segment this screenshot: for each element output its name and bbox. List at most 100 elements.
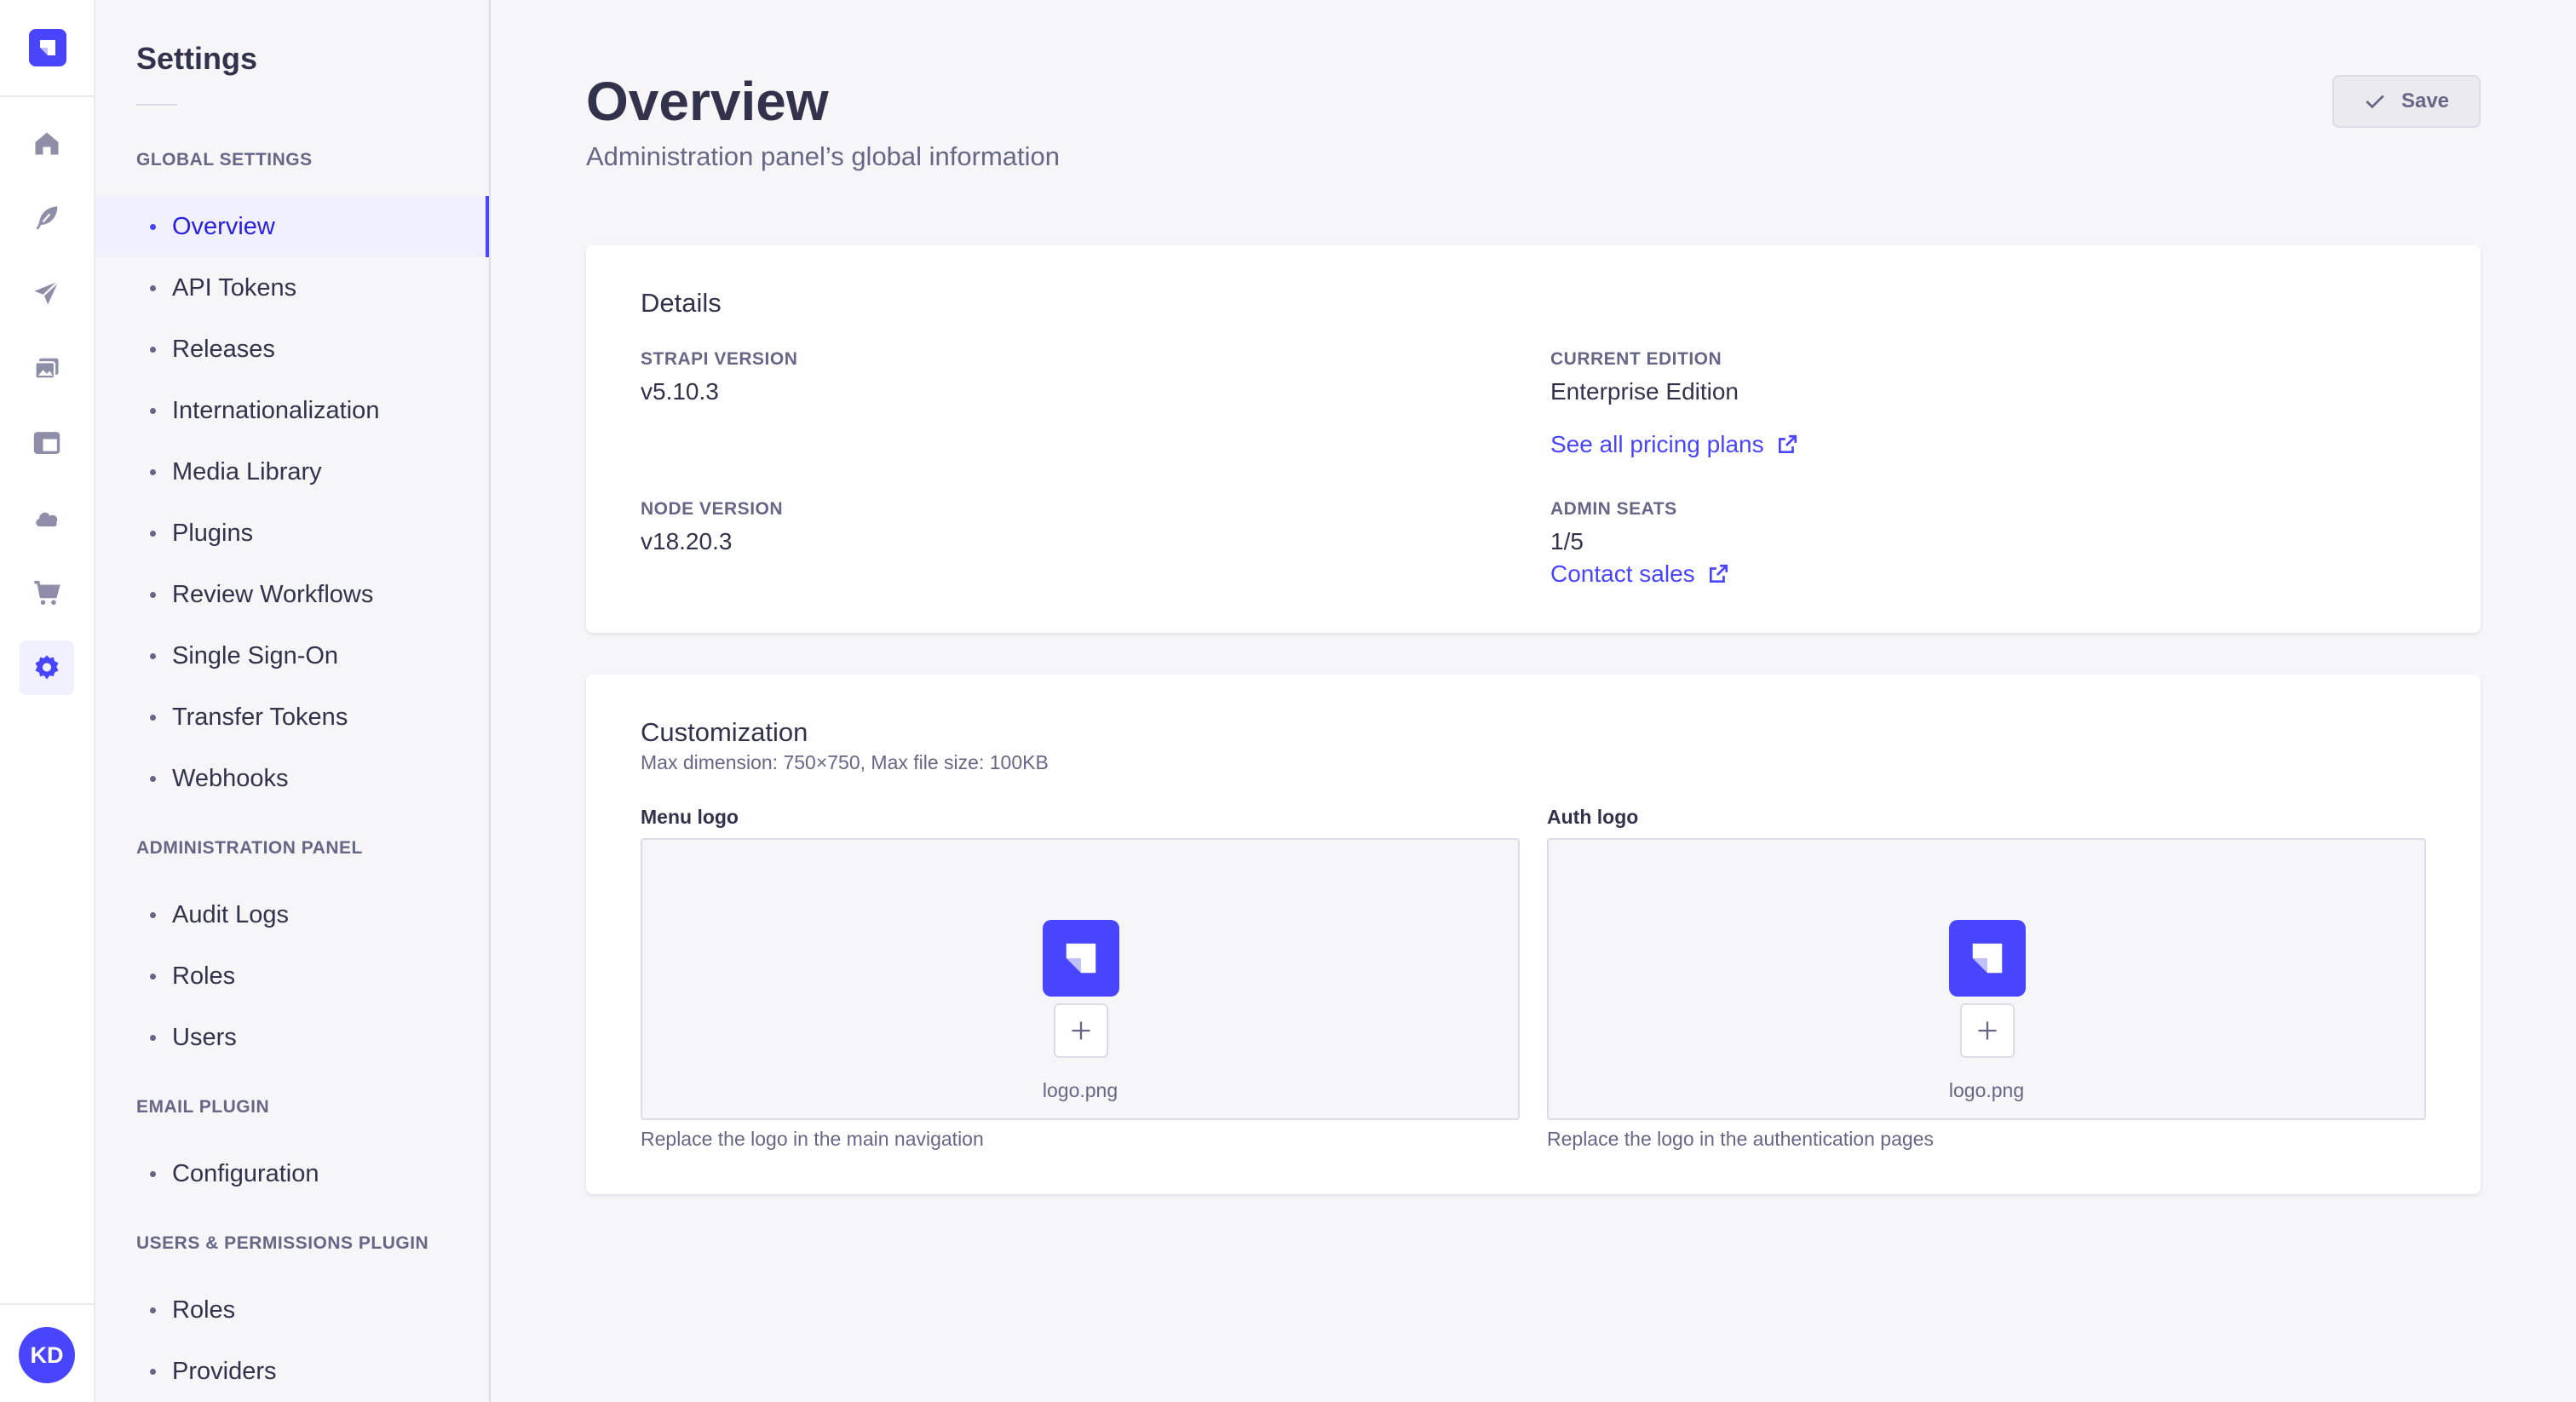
subnav-item-up-roles[interactable]: Roles (95, 1279, 489, 1341)
auth-logo-label: Auth logo (1547, 806, 1639, 828)
marketplace-icon (34, 580, 60, 606)
subnav-item-users[interactable]: Users (95, 1007, 489, 1068)
subnav-item-label: Releases (172, 335, 275, 363)
customization-heading: Customization (641, 717, 808, 747)
bullet-dot (150, 468, 156, 475)
bullet-dot (150, 591, 156, 598)
subnav-item-label: Roles (172, 962, 236, 990)
subnav-item-label: Audit Logs (172, 900, 290, 928)
subnav-item-label: API Tokens (172, 273, 297, 302)
content-manager-icon (36, 206, 58, 230)
subnav-item-providers[interactable]: Providers (95, 1341, 489, 1402)
subnav-item-label: Users (172, 1023, 237, 1051)
subnav-item-audit-logs[interactable]: Audit Logs (95, 884, 489, 945)
subnav-item-label: Review Workflows (172, 580, 374, 608)
current-edition-label: Current Edition (1550, 349, 1722, 369)
contact-sales-link[interactable]: Contact sales (1550, 560, 1729, 588)
details-heading: Details (641, 288, 722, 318)
subnav-item-label: Roles (172, 1296, 236, 1324)
nav-settings[interactable] (20, 641, 74, 695)
bullet-dot (150, 223, 156, 230)
section-label-global-settings: Global Settings (136, 150, 313, 170)
auth-logo-upload-button[interactable] (1960, 1003, 2015, 1058)
subnav-title-divider (136, 104, 177, 106)
subnav-item-label: Transfer Tokens (172, 703, 348, 731)
node-version-label: Node Version (641, 499, 784, 519)
current-edition-value: Enterprise Edition (1550, 378, 1739, 405)
app-root: KD Settings Global Settings Overview API… (0, 0, 2576, 1402)
nav-cloud[interactable] (20, 491, 74, 545)
subnav-item-label: Media Library (172, 457, 322, 486)
menu-logo-dropzone[interactable]: logo.png (641, 838, 1520, 1120)
menu-logo-preview (1043, 920, 1119, 997)
subnav-item-releases[interactable]: Releases (95, 319, 489, 380)
menu-logo-filename: logo.png (1042, 1079, 1118, 1101)
bullet-dot (150, 530, 156, 537)
subnav-item-plugins[interactable]: Plugins (95, 503, 489, 564)
settings-subnav: Settings Global Settings Overview API To… (95, 0, 491, 1402)
node-version-value: v18.20.3 (641, 528, 733, 554)
external-link-icon (1709, 564, 1728, 583)
auth-logo-dropzone[interactable]: logo.png (1547, 838, 2426, 1120)
bullet-dot (150, 346, 156, 353)
nav-marketplace[interactable] (20, 566, 74, 620)
home-icon (35, 132, 59, 155)
bullet-dot (150, 284, 156, 291)
media-library-icon (34, 358, 59, 380)
pricing-plans-link[interactable]: See all pricing plans (1550, 431, 1798, 458)
subnav-item-overview[interactable]: Overview (95, 196, 489, 257)
subnav-item-label: Webhooks (172, 764, 289, 792)
subnav-item-admin-roles[interactable]: Roles (95, 945, 489, 1007)
subnav-item-review-workflows[interactable]: Review Workflows (95, 564, 489, 625)
pricing-plans-link-label: See all pricing plans (1550, 431, 1764, 457)
subnav-item-single-sign-on[interactable]: Single Sign-On (95, 625, 489, 687)
check-icon (2366, 95, 2384, 109)
bullet-dot (150, 1368, 156, 1375)
nav-media-library[interactable] (20, 341, 74, 395)
customization-subtitle: Max dimension: 750×750, Max file size: 1… (641, 751, 1049, 773)
subnav-item-transfer-tokens[interactable]: Transfer Tokens (95, 687, 489, 748)
subnav-item-label: Plugins (172, 519, 254, 547)
section-label-users-permissions-plugin: Users & Permissions Plugin (136, 1233, 429, 1253)
auth-logo-filename: logo.png (1948, 1079, 2025, 1101)
subnav-item-media-library[interactable]: Media Library (95, 441, 489, 503)
admin-seats-label: Admin Seats (1550, 499, 1677, 519)
admin-seats-value: 1/5 (1550, 528, 1584, 554)
page-subtitle: Administration panel’s global informatio… (586, 141, 1061, 171)
user-avatar[interactable]: KD (19, 1327, 75, 1383)
cloud-icon (36, 512, 58, 527)
bullet-dot (150, 1170, 156, 1177)
details-card: Details Strapi Version v5.10.3 Current E… (586, 245, 2481, 633)
subnav-item-configuration[interactable]: Configuration (95, 1143, 489, 1204)
nav-releases[interactable] (20, 266, 74, 320)
menu-logo-label: Menu logo (641, 806, 739, 828)
subnav-item-internationalization[interactable]: Internationalization (95, 380, 489, 441)
strapi-version-value: v5.10.3 (641, 378, 719, 405)
nav-content-manager[interactable] (20, 191, 74, 245)
auth-logo-preview (1949, 920, 2026, 997)
contact-sales-link-label: Contact sales (1550, 560, 1695, 587)
subnav-item-label: Single Sign-On (172, 641, 339, 669)
save-button-label: Save (2401, 89, 2450, 112)
settings-icon (35, 655, 59, 680)
subnav-item-label: Overview (172, 212, 275, 240)
rail-bottom-divider (0, 1303, 94, 1305)
subnav-item-api-tokens[interactable]: API Tokens (95, 257, 489, 319)
bullet-dot (150, 973, 156, 980)
save-button[interactable]: Save (2332, 75, 2481, 128)
nav-home[interactable] (20, 116, 74, 170)
bullet-dot (150, 1034, 156, 1041)
nav-content-type-builder[interactable] (20, 416, 74, 470)
external-link-icon (1778, 434, 1797, 454)
strapi-logo-icon[interactable] (29, 29, 66, 66)
menu-logo-hint: Replace the logo in the main navigation (641, 1128, 984, 1150)
releases-icon (34, 280, 60, 305)
bullet-dot (150, 652, 156, 659)
subnav-title: Settings (136, 41, 258, 76)
page-title: Overview (586, 71, 829, 132)
subnav-item-webhooks[interactable]: Webhooks (95, 748, 489, 809)
section-label-administration-panel: Administration Panel (136, 838, 363, 858)
menu-logo-upload-button[interactable] (1054, 1003, 1108, 1058)
subnav-item-label: Providers (172, 1357, 277, 1385)
bullet-dot (150, 775, 156, 782)
